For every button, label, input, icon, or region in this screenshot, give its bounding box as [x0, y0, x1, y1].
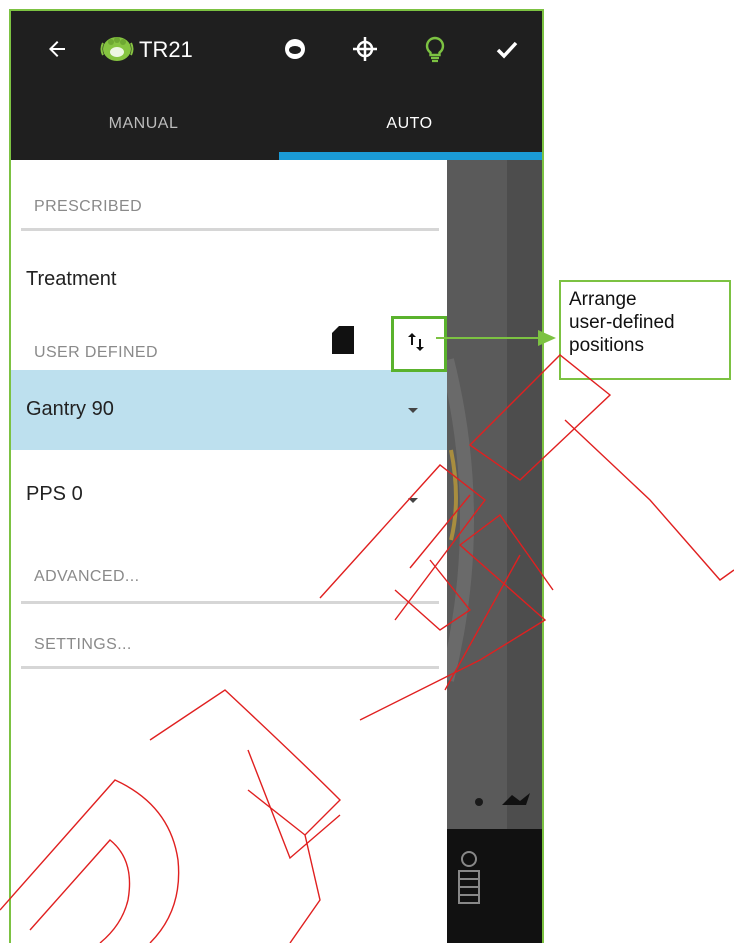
dimmed-bottom-bar — [447, 829, 542, 943]
app-title: TR21 — [139, 37, 193, 62]
prescribed-header: PRESCRIBED — [34, 198, 143, 215]
checkmark-icon[interactable] — [491, 33, 523, 65]
divider — [21, 666, 439, 669]
tab-manual[interactable]: MANUAL — [11, 88, 276, 160]
green-hand-logo-icon — [97, 33, 137, 65]
chevron-down-icon[interactable] — [408, 498, 418, 503]
position-item-gantry[interactable]: Gantry 90 — [26, 398, 114, 421]
divider — [21, 601, 439, 604]
top-app-bar: TR21 — [11, 11, 542, 88]
callout-text: Arrange user-defined positions — [569, 288, 675, 357]
mode-tabs: MANUAL AUTO — [11, 88, 542, 160]
user-defined-header: USER DEFINED — [34, 344, 158, 361]
sort-button-highlight — [391, 316, 447, 372]
positions-drawer: PRESCRIBED Treatment USER DEFINED Gantry… — [11, 160, 447, 943]
dimmed-background-panel — [447, 160, 542, 943]
ring-icon[interactable] — [279, 33, 311, 65]
treatment-item[interactable]: Treatment — [26, 268, 116, 291]
callout-line: user-defined — [569, 312, 675, 333]
tab-selection-indicator — [279, 152, 542, 160]
divider — [21, 228, 439, 231]
app-frame: TR21 MANUAL AUTO PRESCRIBED Treatment US… — [9, 9, 544, 943]
advanced-link[interactable]: ADVANCED... — [34, 568, 139, 586]
tab-auto[interactable]: AUTO — [277, 88, 542, 160]
chevron-down-icon[interactable] — [408, 408, 418, 413]
back-arrow-icon[interactable] — [41, 33, 73, 65]
document-icon[interactable] — [332, 326, 354, 359]
position-item-pps[interactable]: PPS 0 — [26, 483, 83, 506]
callout-box: Arrange user-defined positions — [559, 280, 731, 380]
callout-line: Arrange — [569, 289, 637, 310]
lightbulb-icon[interactable] — [419, 33, 451, 65]
settings-link[interactable]: SETTINGS... — [34, 636, 132, 654]
callout-line: positions — [569, 335, 644, 356]
crosshair-icon[interactable] — [349, 33, 381, 65]
